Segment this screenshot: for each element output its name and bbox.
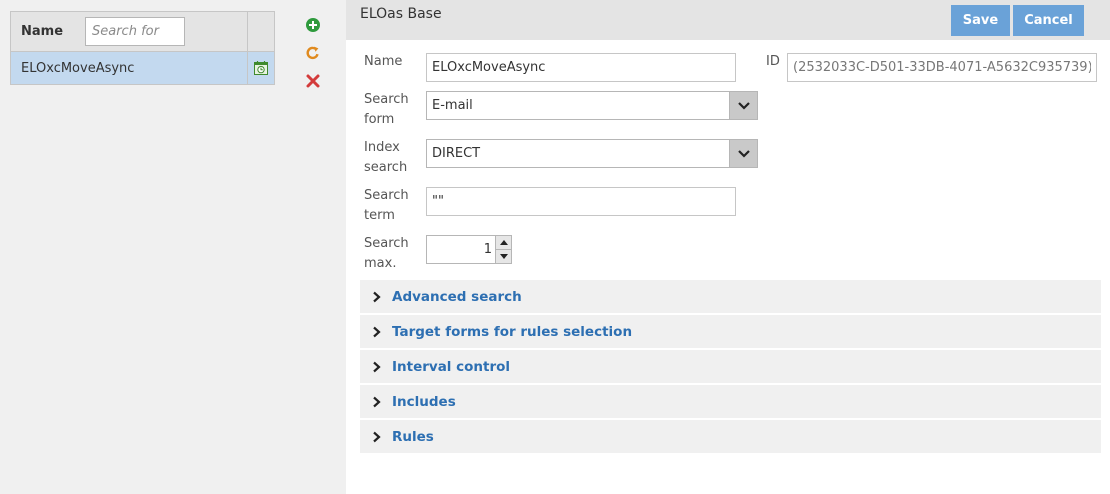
chevron-down-icon[interactable]	[729, 92, 757, 119]
section-label: Advanced search	[392, 288, 522, 305]
search-max-stepper[interactable]: 1	[426, 235, 512, 264]
icon-column-header	[248, 12, 274, 51]
search-term-label: Search term	[364, 186, 409, 226]
list-actions	[304, 16, 324, 100]
search-form-label-line1: Search	[364, 92, 409, 107]
search-max-value[interactable]: 1	[427, 236, 495, 263]
chevron-right-icon	[360, 291, 392, 303]
index-search-select[interactable]: DIRECT	[426, 139, 758, 168]
section-includes[interactable]: Includes	[360, 385, 1101, 418]
chevron-right-icon	[360, 361, 392, 373]
search-form-label-line2: form	[364, 112, 395, 127]
stepper-buttons	[495, 236, 511, 263]
search-input[interactable]	[85, 17, 185, 46]
stepper-up-icon[interactable]	[496, 236, 511, 250]
id-label: ID	[766, 54, 780, 69]
list-item-name[interactable]: ELOxcMoveAsync	[11, 52, 248, 84]
index-search-label: Index search	[364, 138, 407, 178]
form-title-bar: ELOas Base Save Cancel	[346, 0, 1110, 40]
section-label: Rules	[392, 428, 434, 445]
search-max-label-line2: max.	[364, 256, 397, 271]
page-title: ELOas Base	[360, 6, 442, 22]
list-item-icon-cell	[248, 52, 274, 84]
chevron-down-icon[interactable]	[729, 140, 757, 167]
section-label: Target forms for rules selection	[392, 323, 633, 340]
section-rules[interactable]: Rules	[360, 420, 1101, 453]
name-header-label: Name	[21, 24, 64, 39]
chevron-right-icon	[360, 431, 392, 443]
list-item[interactable]: ELOxcMoveAsync	[11, 52, 274, 84]
id-field[interactable]	[787, 53, 1097, 82]
edit-pane: ELOas Base Save Cancel Name ID Search fo…	[346, 0, 1110, 494]
chevron-right-icon	[360, 326, 392, 338]
stepper-down-icon[interactable]	[496, 250, 511, 263]
index-search-label-line2: search	[364, 160, 408, 175]
index-search-label-line1: Index	[364, 140, 400, 155]
section-interval-control[interactable]: Interval control	[360, 350, 1101, 383]
cancel-button[interactable]: Cancel	[1013, 5, 1084, 36]
section-advanced-search[interactable]: Advanced search	[360, 280, 1101, 313]
name-column-header: Name	[11, 12, 248, 51]
section-label: Includes	[392, 393, 456, 410]
search-form-select[interactable]: E-mail	[426, 91, 758, 120]
scheduled-task-icon	[254, 61, 268, 75]
refresh-icon[interactable]	[304, 44, 322, 62]
name-field[interactable]	[426, 53, 736, 82]
delete-icon[interactable]	[304, 72, 322, 90]
add-icon[interactable]	[304, 16, 322, 34]
search-max-label: Search max.	[364, 234, 409, 274]
save-button[interactable]: Save	[951, 5, 1010, 36]
list-header: Name	[11, 12, 274, 52]
list-pane: Name ELOxcMoveAsync	[0, 0, 346, 494]
search-max-label-line1: Search	[364, 236, 409, 251]
search-term-field[interactable]	[426, 187, 736, 216]
index-search-value: DIRECT	[432, 146, 481, 161]
section-label: Interval control	[392, 358, 511, 375]
search-term-label-line1: Search	[364, 188, 409, 203]
task-list: Name ELOxcMoveAsync	[10, 11, 275, 85]
name-label: Name	[364, 54, 403, 69]
section-target-forms[interactable]: Target forms for rules selection	[360, 315, 1101, 348]
search-form-value: E-mail	[432, 98, 473, 113]
search-form-label: Search form	[364, 90, 409, 130]
search-term-label-line2: term	[364, 208, 395, 223]
collapsible-sections: Advanced search Target forms for rules s…	[360, 280, 1101, 455]
chevron-right-icon	[360, 396, 392, 408]
